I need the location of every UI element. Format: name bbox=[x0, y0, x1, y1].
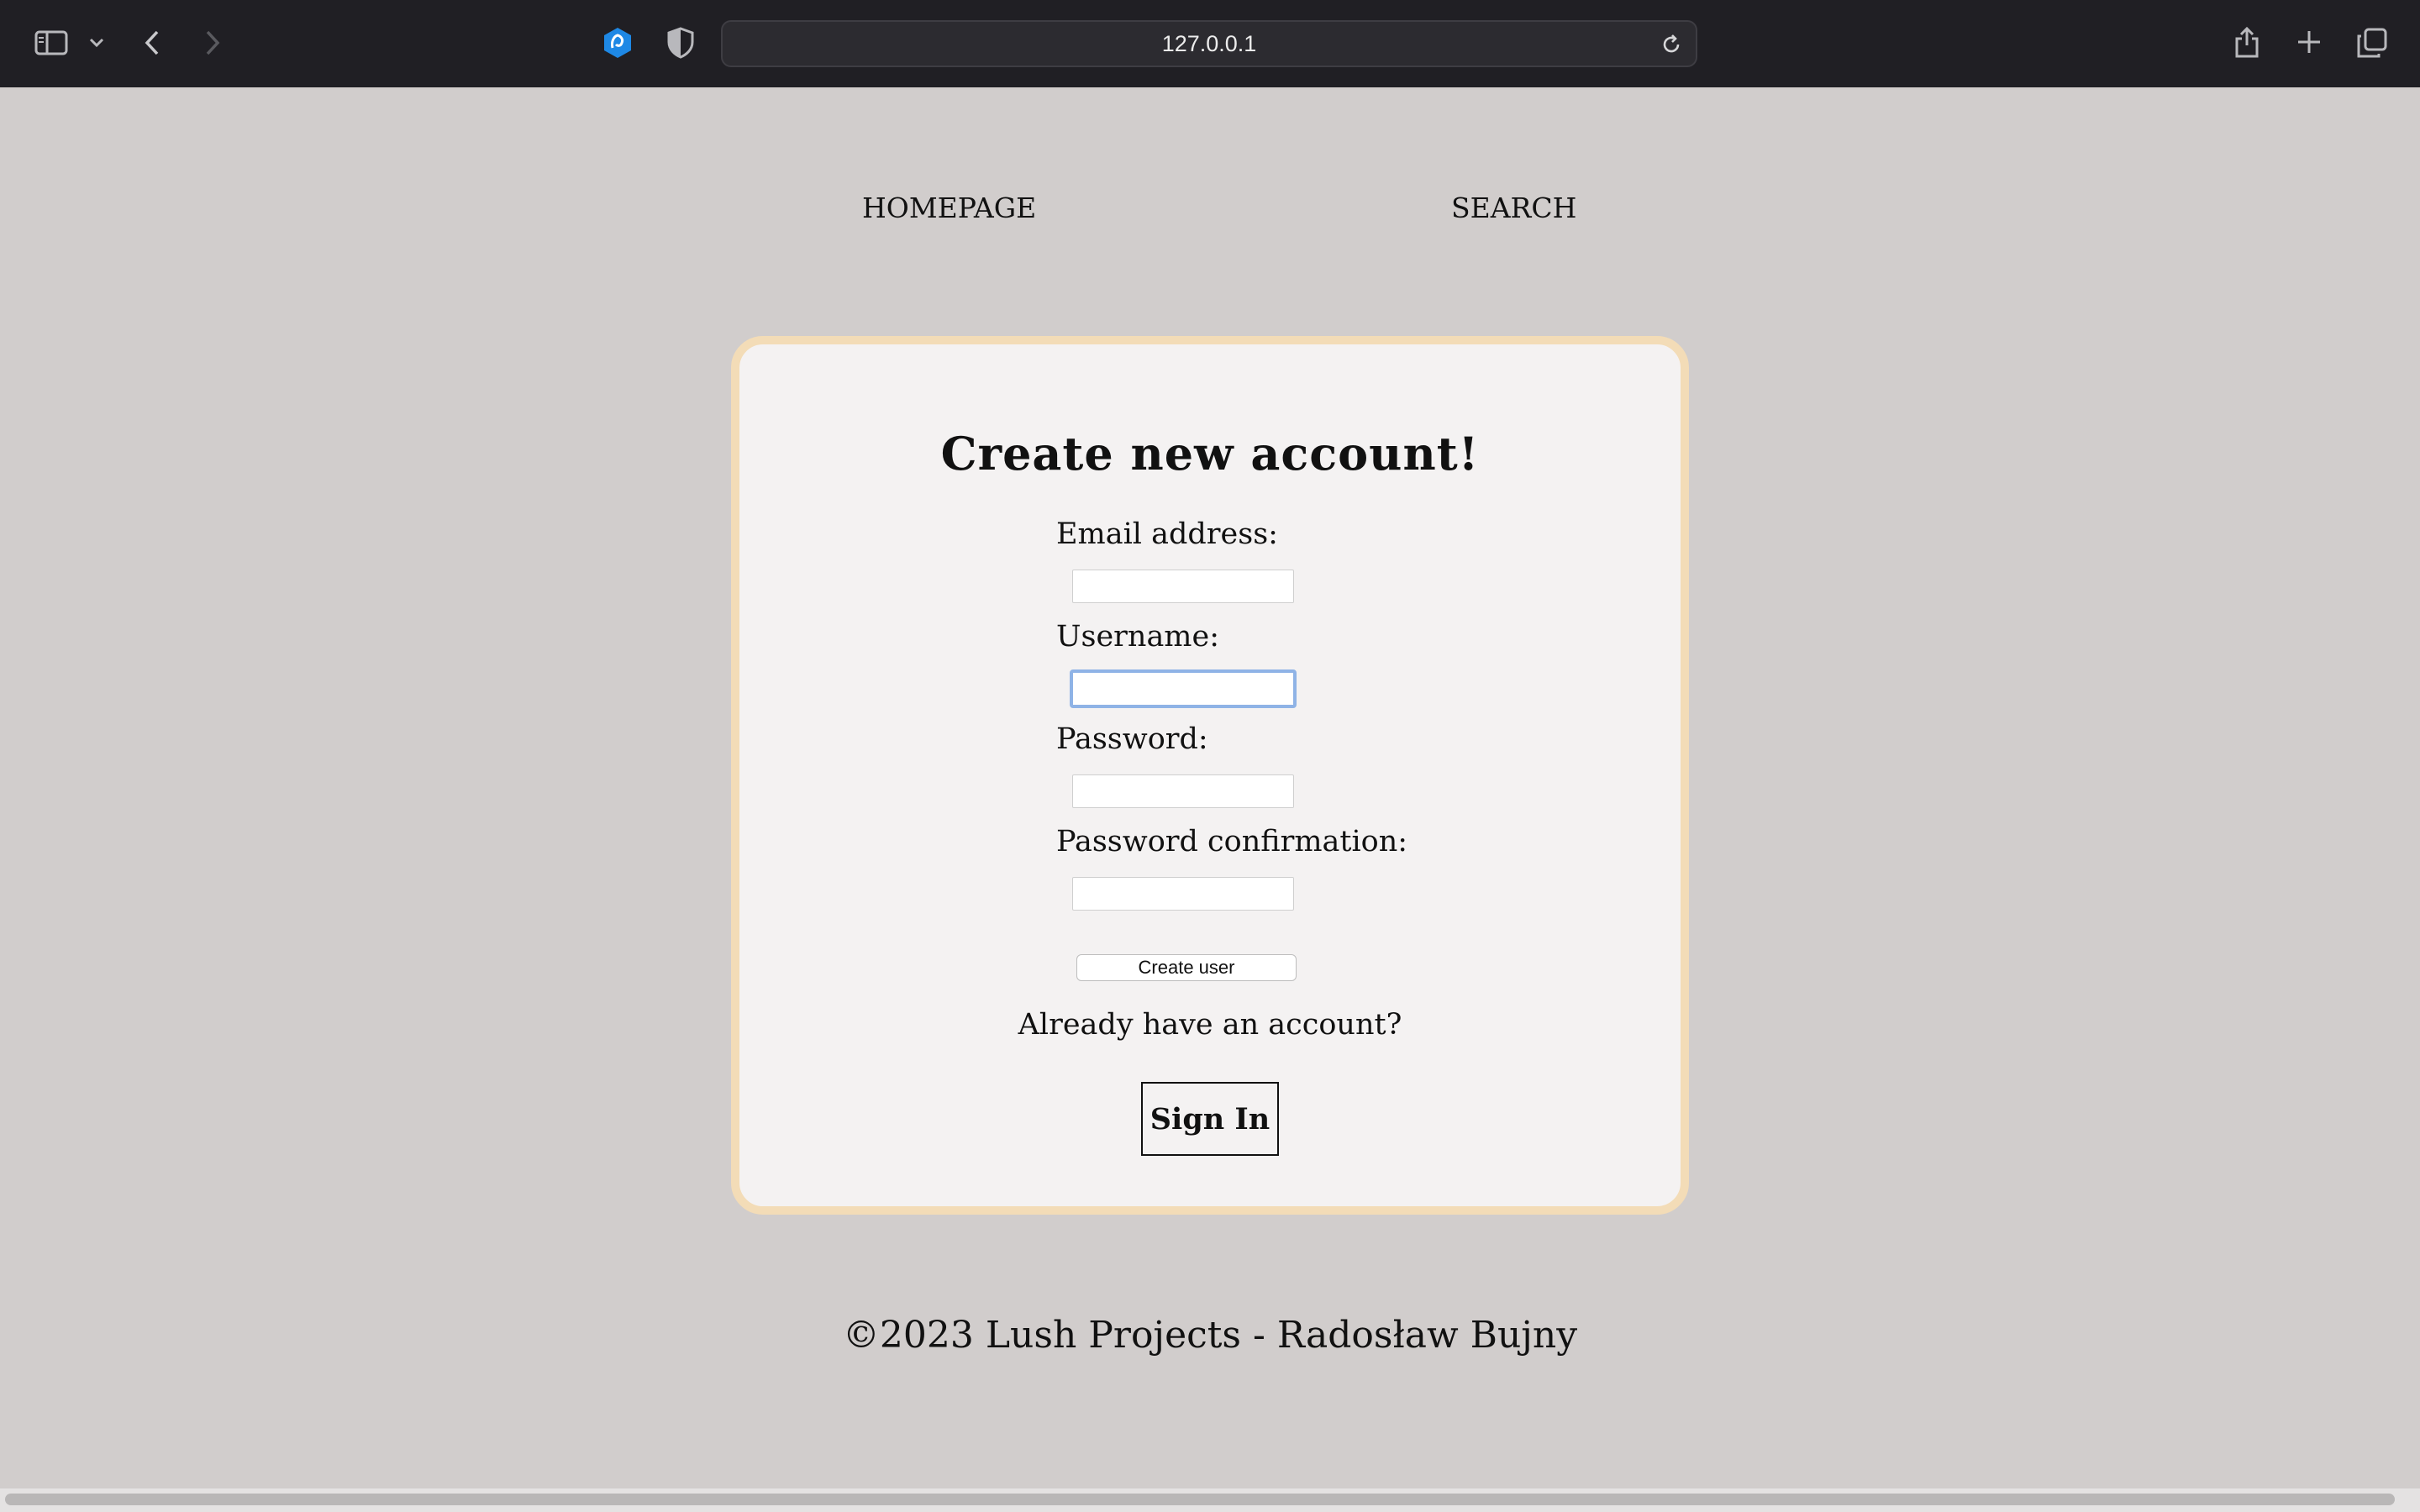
url-text: 127.0.0.1 bbox=[1161, 30, 1257, 56]
page-title: Create new account! bbox=[940, 427, 1480, 480]
username-field[interactable] bbox=[1070, 669, 1297, 708]
already-have-account-text: Already have an account? bbox=[1018, 1008, 1402, 1042]
password-confirmation-label: Password confirmation: bbox=[1056, 825, 1408, 858]
nav-homepage-link[interactable]: HOMEPAGE bbox=[862, 192, 1036, 224]
tabs-overview-icon[interactable] bbox=[2354, 25, 2390, 60]
nav-search-link[interactable]: SEARCH bbox=[1451, 192, 1576, 224]
reload-icon[interactable] bbox=[1657, 30, 1686, 59]
email-field[interactable] bbox=[1072, 570, 1294, 603]
chevron-down-icon[interactable] bbox=[86, 32, 108, 54]
browser-toolbar: 127.0.0.1 bbox=[0, 0, 2420, 87]
footer-copyright: ©2023 Lush Projects - Radosław Bujny bbox=[842, 1314, 1578, 1357]
password-confirmation-field[interactable] bbox=[1072, 877, 1294, 911]
address-bar[interactable]: 127.0.0.1 bbox=[721, 20, 1697, 67]
share-icon[interactable] bbox=[2230, 24, 2264, 60]
back-icon[interactable] bbox=[138, 27, 166, 59]
extension-icon[interactable] bbox=[600, 25, 635, 60]
password-field[interactable] bbox=[1072, 774, 1294, 808]
email-label: Email address: bbox=[1056, 517, 1278, 551]
shield-icon[interactable] bbox=[664, 25, 697, 60]
forward-icon[interactable] bbox=[198, 27, 227, 59]
horizontal-scrollbar[interactable] bbox=[0, 1488, 2420, 1512]
username-label: Username: bbox=[1056, 620, 1220, 654]
sidebar-icon[interactable] bbox=[32, 27, 71, 59]
sign-in-button[interactable]: Sign In bbox=[1141, 1082, 1279, 1156]
password-label: Password: bbox=[1056, 722, 1208, 756]
create-user-button[interactable]: Create user bbox=[1076, 954, 1297, 981]
scrollbar-thumb[interactable] bbox=[5, 1494, 2395, 1505]
new-tab-icon[interactable] bbox=[2292, 25, 2326, 59]
